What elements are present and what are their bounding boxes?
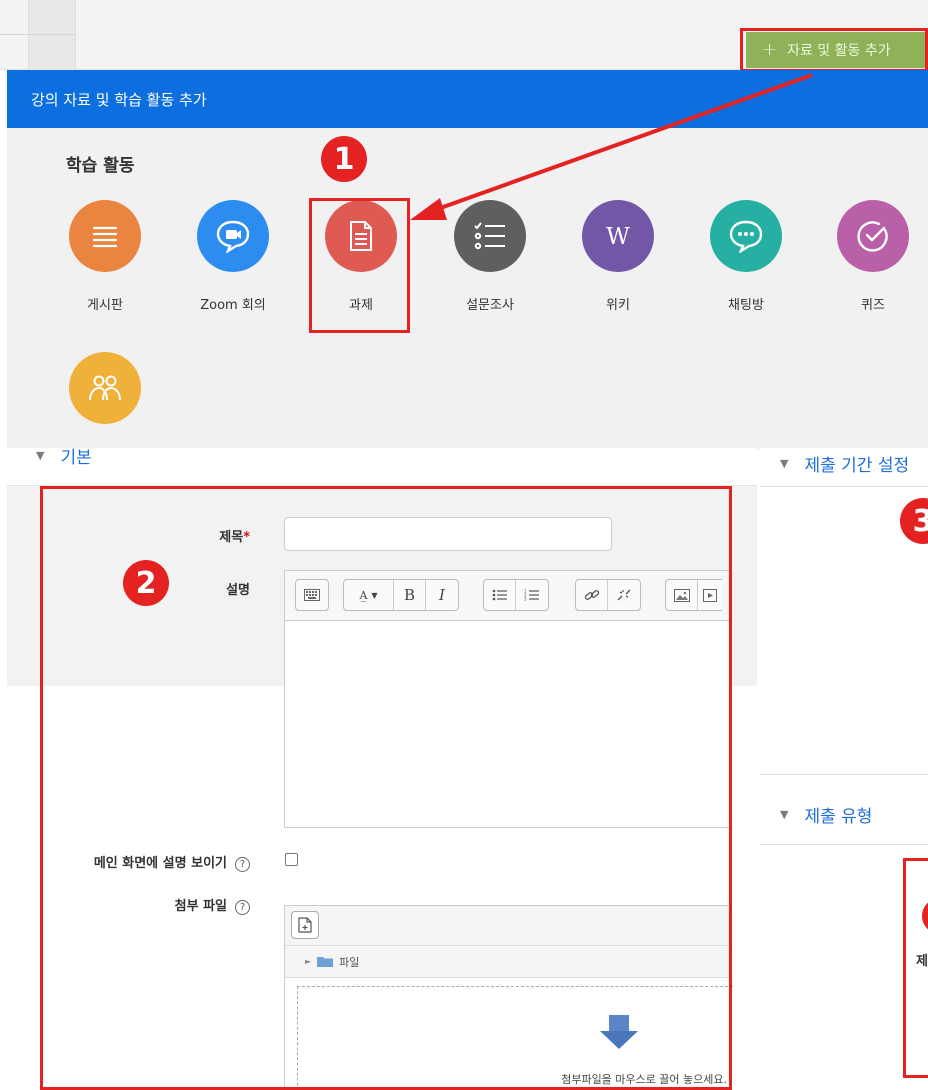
submit-type-section-toggle[interactable]: ▼ 제출 유형 xyxy=(780,802,872,827)
clipped-field-label: 제 xyxy=(916,954,928,969)
step-2-badge: 2 xyxy=(123,560,169,606)
caret-down-icon: ▼ xyxy=(780,457,789,470)
divider xyxy=(760,774,928,775)
basic-section-header xyxy=(7,448,757,486)
deadline-section-title: 제출 기간 설정 xyxy=(804,456,910,476)
basic-section-toggle[interactable]: ▼ 기본 xyxy=(36,443,92,468)
divider xyxy=(760,844,928,845)
submit-type-section-title: 제출 유형 xyxy=(804,807,873,827)
caret-down-icon: ▼ xyxy=(36,449,45,462)
caret-down-icon: ▼ xyxy=(780,808,789,821)
deadline-section-toggle[interactable]: ▼ 제출 기간 설정 xyxy=(780,451,909,476)
divider xyxy=(760,486,928,487)
basic-section-title: 기본 xyxy=(60,448,92,468)
